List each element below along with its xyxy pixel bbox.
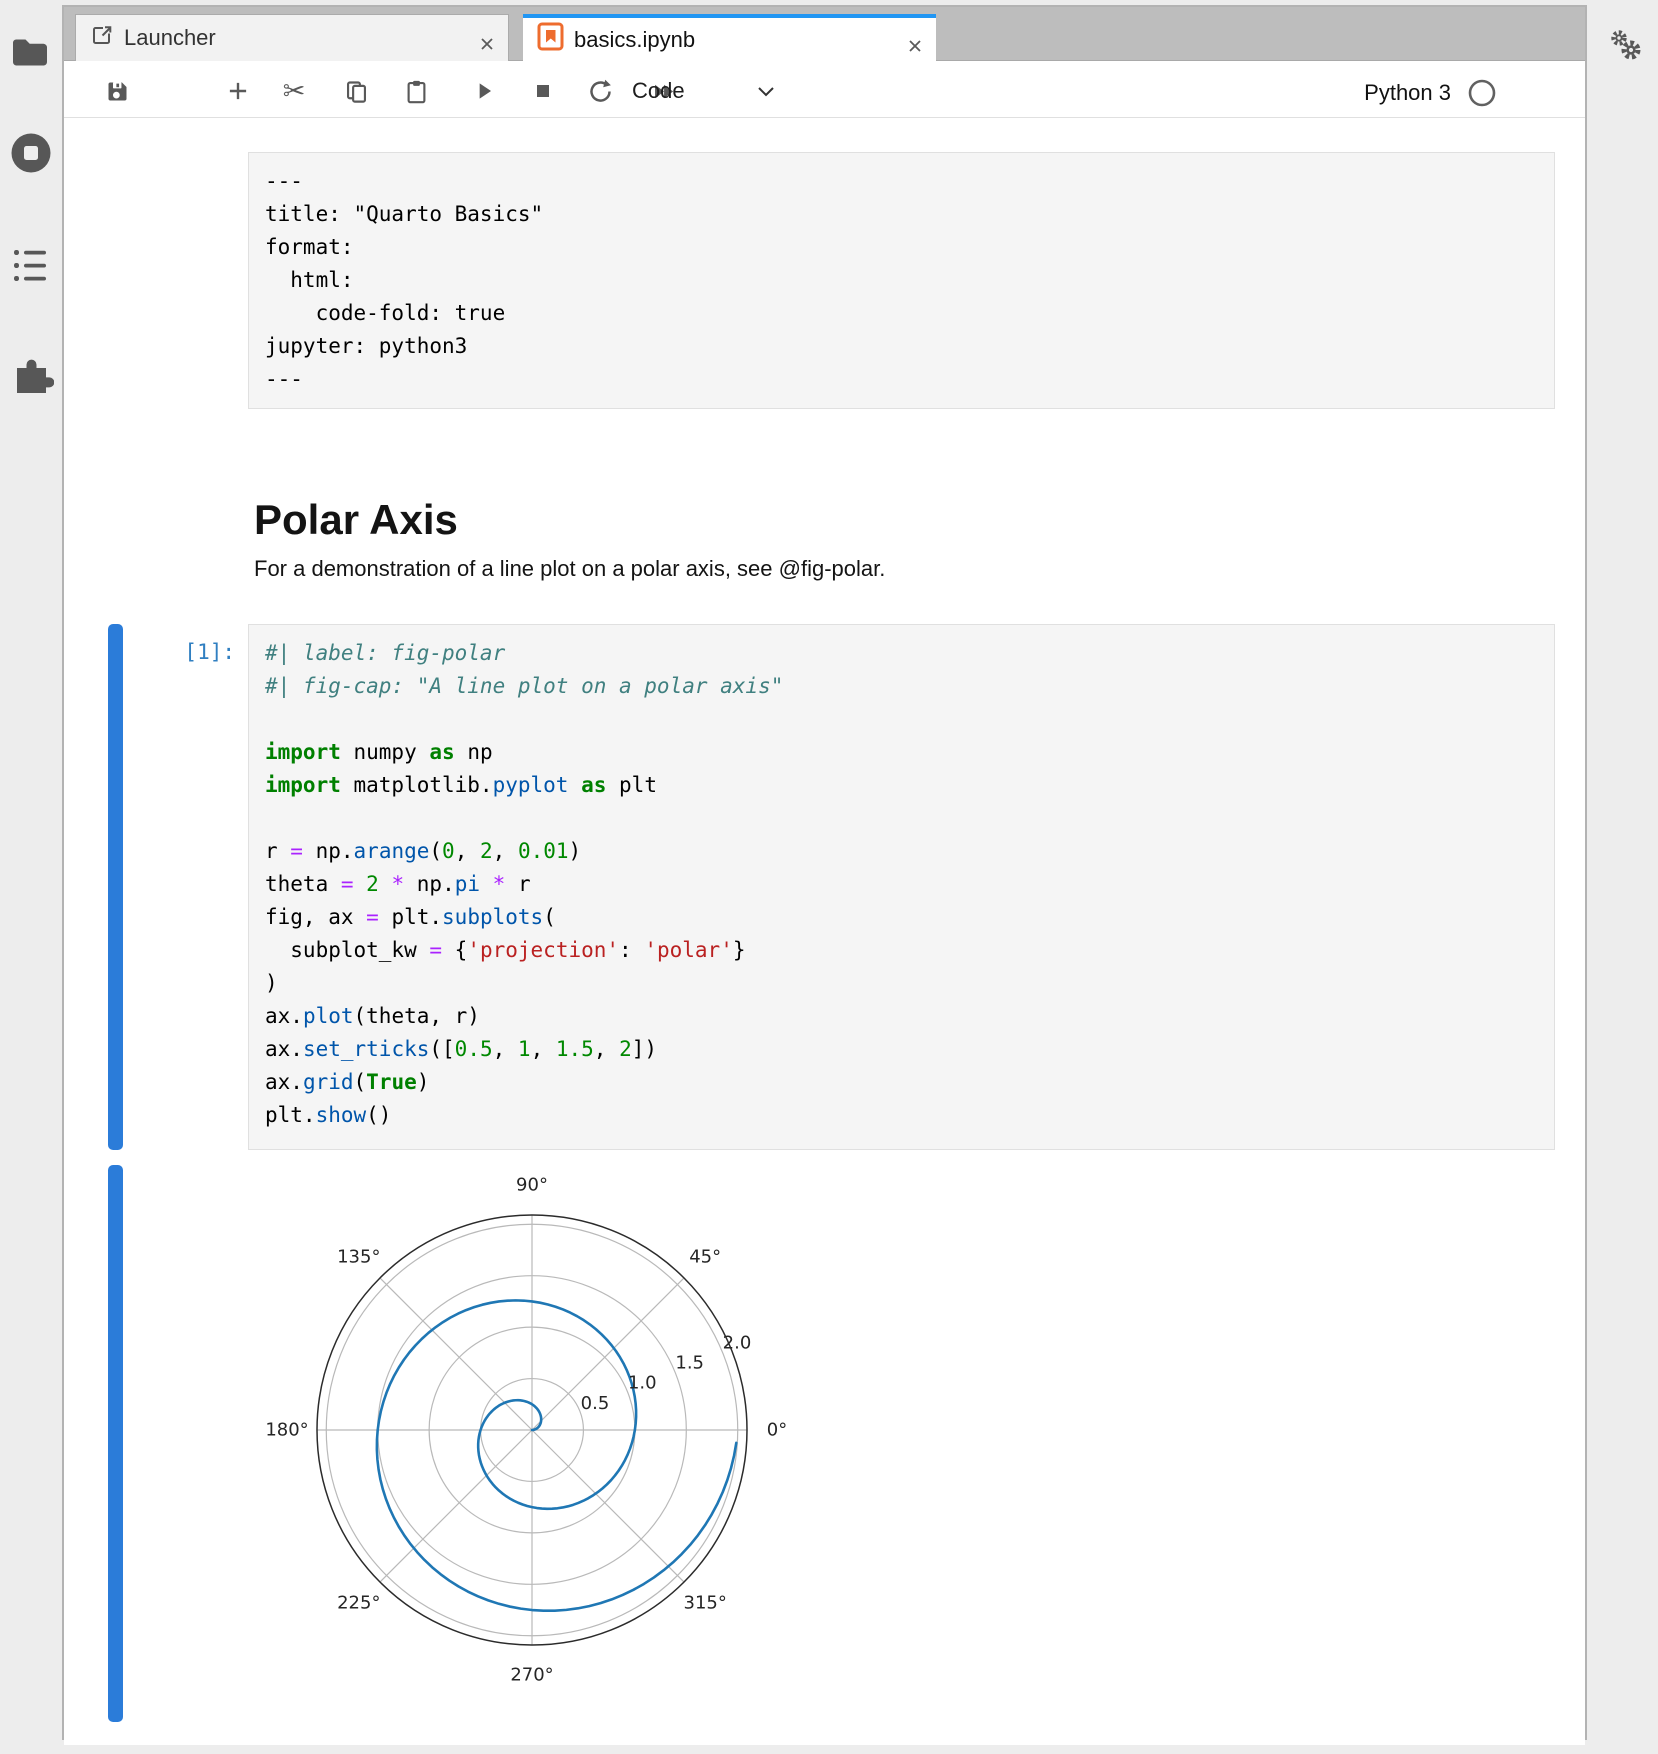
extensions-icon[interactable] bbox=[10, 351, 54, 400]
svg-text:1.5: 1.5 bbox=[675, 1353, 704, 1374]
tab-launcher[interactable]: Launcher bbox=[75, 14, 509, 61]
svg-text:225°: 225° bbox=[337, 1593, 380, 1614]
kernel-name[interactable]: Python 3 bbox=[1364, 80, 1451, 106]
input-collapser[interactable] bbox=[108, 624, 123, 1150]
code-cell-editor[interactable]: #| label: fig-polar#| fig-cap: "A line p… bbox=[248, 624, 1555, 1150]
run-icon bbox=[471, 78, 497, 104]
svg-text:45°: 45° bbox=[689, 1246, 721, 1267]
kernel-status-icon[interactable] bbox=[1467, 78, 1497, 108]
raw-cell-editor[interactable]: ---title: "Quarto Basics"format: html: c… bbox=[248, 152, 1555, 409]
run-button[interactable] bbox=[467, 76, 501, 106]
stop-button[interactable] bbox=[526, 76, 560, 106]
paste-icon bbox=[403, 78, 430, 105]
save-button[interactable] bbox=[100, 76, 134, 106]
tab-bar: Launcher basics.ipynb bbox=[64, 7, 1585, 61]
restart-icon bbox=[587, 78, 614, 105]
running-kernels-icon[interactable] bbox=[10, 132, 52, 179]
tab-label: Launcher bbox=[124, 25, 216, 51]
polar-plot-output: 0° 45° 90° 135° 180° 225° 270° 315° 0.5 1.0 1.5 2.0 bbox=[232, 1167, 832, 1722]
file-browser-icon[interactable] bbox=[12, 37, 48, 72]
notebook-icon bbox=[537, 22, 564, 57]
scissors-icon: ✂ bbox=[283, 78, 306, 105]
code-cell-text: #| label: fig-polar#| fig-cap: "A line p… bbox=[249, 625, 1554, 1144]
copy-cells-button[interactable] bbox=[339, 76, 373, 106]
save-icon bbox=[104, 78, 131, 105]
cell-type-value: Code bbox=[632, 78, 685, 104]
jupyterlab-window: Launcher basics.ipynb bbox=[0, 0, 1658, 1754]
table-of-contents-icon[interactable] bbox=[13, 247, 47, 289]
app-panel: Launcher basics.ipynb bbox=[62, 5, 1587, 1740]
svg-text:180°: 180° bbox=[265, 1420, 308, 1441]
tab-label: basics.ipynb bbox=[574, 27, 695, 53]
svg-text:2.0: 2.0 bbox=[723, 1333, 752, 1354]
close-icon[interactable] bbox=[908, 33, 922, 47]
plus-icon bbox=[225, 78, 251, 104]
copy-icon bbox=[343, 78, 370, 105]
cell-type-dropdown[interactable]: Code bbox=[632, 78, 775, 104]
notebook-content: ---title: "Quarto Basics"format: html: c… bbox=[64, 118, 1585, 1745]
svg-text:135°: 135° bbox=[337, 1246, 380, 1267]
markdown-heading: Polar Axis bbox=[254, 496, 458, 544]
svg-text:1.0: 1.0 bbox=[628, 1373, 657, 1394]
restart-kernel-button[interactable] bbox=[583, 76, 617, 106]
launcher-icon bbox=[90, 23, 114, 53]
raw-cell-text: ---title: "Quarto Basics"format: html: c… bbox=[249, 153, 1554, 408]
stop-icon bbox=[531, 79, 555, 103]
svg-text:270°: 270° bbox=[510, 1665, 553, 1686]
svg-text:0°: 0° bbox=[767, 1420, 787, 1441]
insert-cell-button[interactable] bbox=[221, 76, 255, 106]
chevron-down-icon bbox=[757, 86, 775, 97]
tab-notebook[interactable]: basics.ipynb bbox=[523, 14, 936, 61]
close-icon[interactable] bbox=[480, 31, 494, 45]
notebook-toolbar: ✂ bbox=[64, 62, 1585, 118]
svg-text:90°: 90° bbox=[516, 1175, 548, 1196]
paste-cells-button[interactable] bbox=[399, 76, 433, 106]
svg-text:315°: 315° bbox=[684, 1593, 727, 1614]
svg-text:0.5: 0.5 bbox=[581, 1393, 610, 1414]
cut-cells-button[interactable]: ✂ bbox=[277, 76, 311, 106]
markdown-paragraph: For a demonstration of a line plot on a … bbox=[254, 556, 885, 582]
settings-gears-icon[interactable] bbox=[1608, 28, 1644, 69]
execution-count: [1]: bbox=[72, 636, 235, 669]
output-collapser[interactable] bbox=[108, 1165, 123, 1722]
